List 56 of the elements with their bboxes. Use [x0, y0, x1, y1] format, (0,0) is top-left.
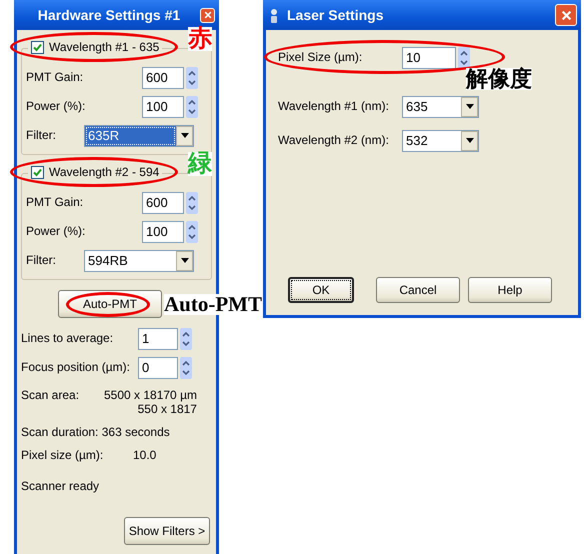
number-field[interactable]: 1	[138, 328, 178, 350]
info-label: Pixel size (µm):	[21, 448, 104, 463]
field-label: PMT Gain:	[26, 195, 84, 210]
info-text: Scanner ready	[21, 478, 100, 493]
dialog-button[interactable]: OK	[288, 277, 354, 303]
dropdown[interactable]: 594RB	[84, 250, 194, 272]
dropdown[interactable]: 532	[402, 130, 479, 152]
spin-arrows-icon[interactable]	[186, 66, 198, 88]
field-label: Pixel Size (µm):	[278, 50, 364, 65]
spin-arrows-icon[interactable]	[180, 356, 192, 378]
field-label: Wavelength #2 (nm):	[278, 133, 390, 148]
checkbox-label: Wavelength #2 - 594	[49, 165, 160, 180]
close-icon	[560, 10, 572, 20]
annotation-label: 解像度	[466, 68, 532, 90]
close-icon	[204, 11, 212, 19]
field-label: Lines to average:	[21, 331, 114, 346]
dialog-button[interactable]: Help	[468, 277, 552, 303]
dropdown[interactable]: 635R	[84, 124, 194, 146]
info-text: Scan duration: 363 seconds	[21, 424, 170, 440]
field-label: Filter:	[26, 253, 57, 268]
window-title: Hardware Settings #1	[36, 6, 182, 24]
auto-pmt-button[interactable]: Auto-PMT	[58, 290, 162, 318]
field-label: Focus position (µm):	[21, 360, 131, 375]
dropdown[interactable]: 635	[402, 96, 479, 118]
show-filters-button[interactable]: Show Filters >	[124, 516, 210, 545]
info-label: Scan area:	[21, 388, 80, 404]
number-field[interactable]: 10	[402, 46, 456, 68]
person-icon	[269, 6, 279, 24]
close-button[interactable]	[555, 4, 577, 26]
checkbox[interactable]	[31, 166, 44, 179]
close-button[interactable]	[200, 8, 215, 22]
checkbox[interactable]	[31, 40, 44, 54]
field-label: Filter:	[26, 128, 57, 143]
annotation-label: 赤	[188, 27, 212, 51]
field-label: PMT Gain:	[26, 70, 84, 85]
annotation-label: Auto-PMT	[164, 294, 262, 315]
number-field[interactable]: 100	[142, 220, 184, 242]
spin-arrows-icon[interactable]	[186, 192, 198, 214]
number-field[interactable]: 600	[142, 66, 184, 88]
field-label: Wavelength #1 (nm):	[278, 99, 390, 114]
number-field[interactable]: 0	[138, 356, 178, 378]
field-label: Power (%):	[26, 224, 86, 239]
spin-arrows-icon[interactable]	[458, 46, 470, 68]
field-label: Power (%):	[26, 99, 86, 114]
window-title: Laser Settings	[287, 6, 384, 24]
info-value: 550 x 1817	[138, 402, 197, 417]
annotation-label: 緑	[188, 152, 212, 176]
info-value: 10.0	[133, 448, 156, 463]
dialog-button[interactable]: Cancel	[376, 277, 460, 303]
info-value: 5500 x 18170 µm	[104, 388, 197, 402]
spin-arrows-icon[interactable]	[186, 220, 198, 242]
spin-arrows-icon[interactable]	[186, 96, 198, 118]
spin-arrows-icon[interactable]	[180, 328, 192, 350]
number-field[interactable]: 100	[142, 96, 184, 118]
checkbox-label: Wavelength #1 - 635	[49, 40, 160, 54]
number-field[interactable]: 600	[142, 192, 184, 214]
